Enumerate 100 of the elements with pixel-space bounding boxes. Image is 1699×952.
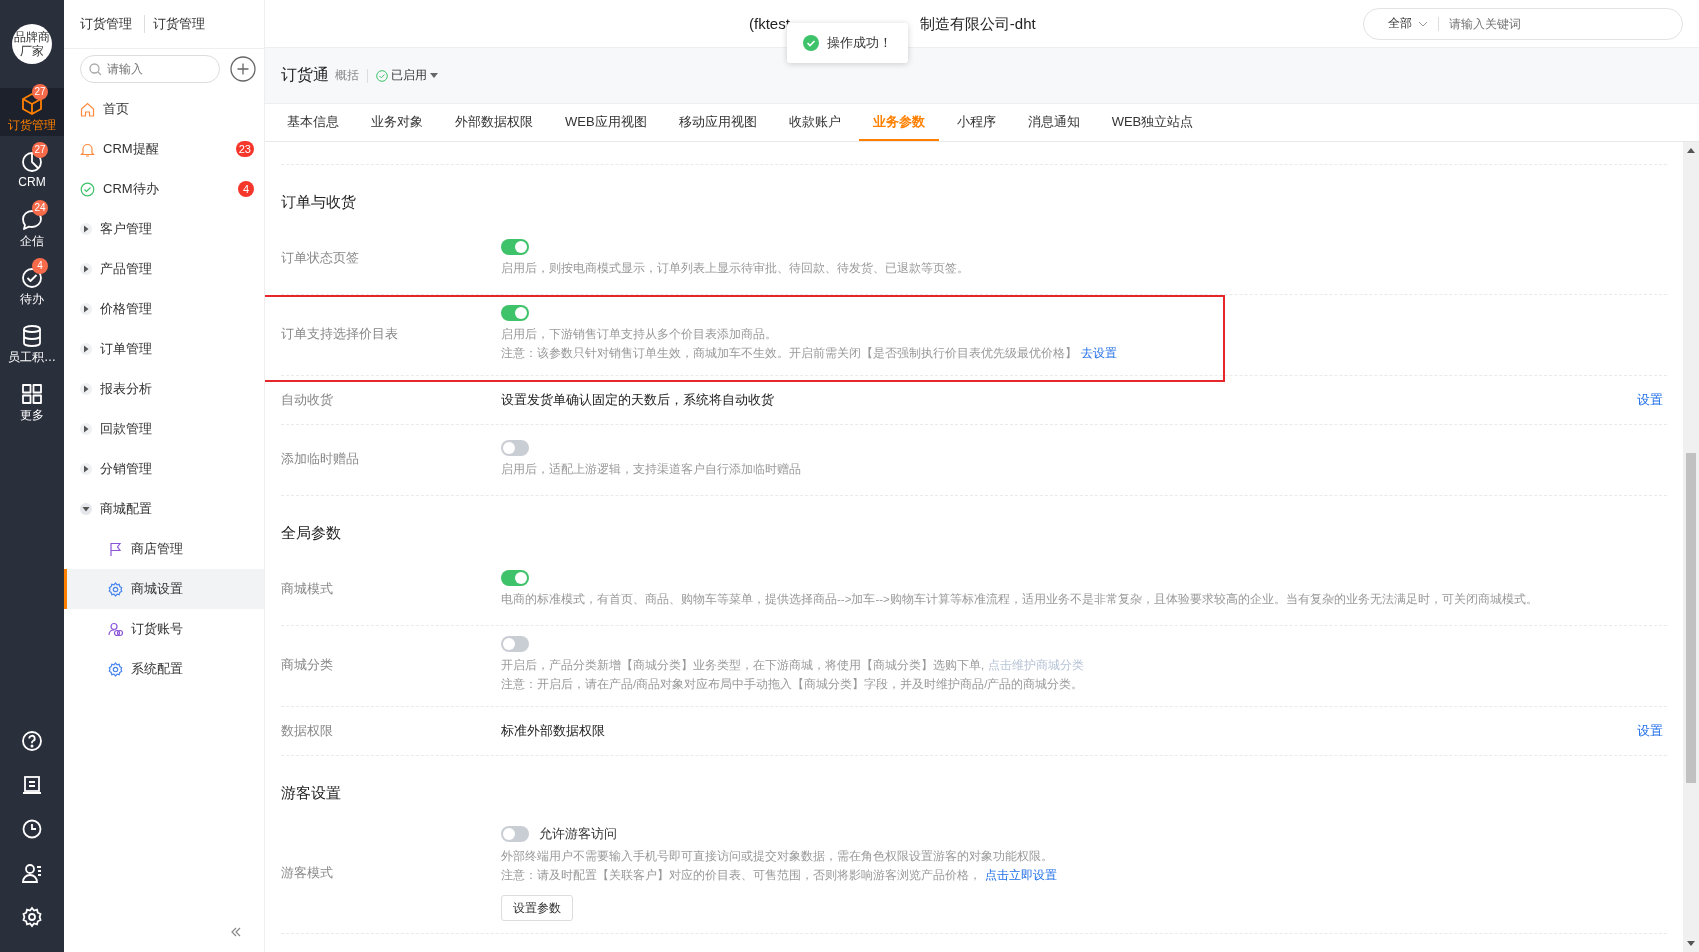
window-title: 制造有限公司-dht: [919, 15, 1036, 34]
setting-label: 数据权限: [281, 722, 334, 740]
status-dropdown[interactable]: 已启用: [376, 67, 438, 84]
users-icon: [108, 621, 123, 637]
sidebar-item[interactable]: 产品管理: [64, 249, 264, 289]
link[interactable]: 点击立即设置: [985, 869, 1057, 881]
toggle-switch[interactable]: [501, 569, 529, 586]
description-text: 外部终端用户不需要输入手机号即可直接访问或提交对象数据，需在角色权限设置游客的对象功能权限。: [501, 850, 1053, 862]
setting-label: 订单状态页签: [281, 249, 360, 267]
setting-label: 添加临时赠品: [281, 450, 360, 468]
brand-text: 厂家: [20, 44, 44, 58]
tab[interactable]: WEB应用视图: [551, 104, 661, 141]
toggle-switch[interactable]: [501, 636, 529, 652]
caret-icon: [1418, 20, 1428, 27]
contacts-icon[interactable]: [21, 862, 43, 884]
count-badge: 27: [32, 142, 48, 158]
tab[interactable]: WEB独立站点: [1097, 104, 1208, 141]
toggle-switch[interactable]: [501, 439, 529, 456]
description-text: 启用后，适配上游逻辑，支持渠道客户自行添加临时赠品: [501, 462, 801, 475]
sidebar-item[interactable]: 商城配置: [64, 489, 264, 529]
window-title: (fktest: [749, 15, 790, 34]
link[interactable]: 去设置: [1081, 347, 1117, 359]
sidebar-item[interactable]: 客户管理: [64, 209, 264, 249]
sidebar-item[interactable]: 报表分析: [64, 369, 264, 409]
app-title: 订货通: [281, 65, 329, 85]
help-icon[interactable]: [21, 730, 43, 752]
setting-value: 标准外部数据权限: [501, 722, 606, 740]
tab[interactable]: 移动应用视图: [664, 104, 771, 141]
scope-dropdown[interactable]: 全部: [1388, 15, 1428, 32]
description-text: 注意：请及时配置【关联客户】对应的价目表、可售范围，否则将影响游客浏览产品价格，: [501, 869, 981, 881]
breadcrumb-item[interactable]: 订货管理: [144, 15, 205, 33]
search-icon: [89, 63, 102, 76]
scrollbar[interactable]: [1683, 142, 1699, 952]
tab[interactable]: 小程序: [942, 104, 1010, 141]
count-badge: 23: [235, 141, 254, 157]
setting-label: 游客模式: [281, 864, 334, 882]
search-input[interactable]: 请输入关键词: [1448, 16, 1668, 31]
brand-text: 品牌商: [14, 30, 50, 44]
section-title: 全局参数: [281, 523, 342, 543]
gear-icon: [108, 581, 123, 597]
check-circle-icon: [80, 181, 95, 197]
grid-icon: [20, 382, 44, 406]
tab[interactable]: 外部数据权限: [441, 104, 547, 141]
section-title: 订单与收货: [281, 192, 357, 212]
toggle-switch[interactable]: [501, 305, 529, 321]
tab[interactable]: 消息通知: [1013, 104, 1094, 141]
breadcrumb-item[interactable]: 订货管理: [80, 15, 132, 33]
settings-icon[interactable]: [21, 906, 43, 928]
tab[interactable]: 收款账户: [774, 104, 855, 141]
description-text: 电商的标准模式，有首页、商品、购物车等菜单，提供选择商品-->加车-->购物车计算等标准流程，适用业务不是非常复杂，且体验要求较高的企业。当有复杂的业务无法满足时，可关闭商城模式。: [501, 592, 1538, 605]
sidebar-item[interactable]: 分销管理: [64, 449, 264, 489]
summary-link[interactable]: 概括: [335, 67, 359, 84]
count-badge: 27: [32, 84, 48, 100]
sidebar-item[interactable]: CRM提醒 23: [64, 129, 264, 169]
tab[interactable]: 基本信息: [273, 104, 353, 141]
check-circle-icon: [376, 69, 388, 82]
tab[interactable]: 业务对象: [357, 104, 437, 141]
search-field[interactable]: 请输入: [80, 55, 220, 83]
collapse-icon[interactable]: [230, 926, 242, 938]
rail-label: 更多: [20, 407, 44, 424]
sidebar-item[interactable]: 商店管理: [64, 529, 264, 569]
scroll-up-icon[interactable]: [1687, 148, 1695, 153]
description-text: 开启后，产品分类新增【商城分类】业务类型，在下游商城，将使用【商城分类】选购下单,: [501, 659, 985, 671]
sidebar-item[interactable]: CRM待办 4: [64, 169, 264, 209]
sidebar-item[interactable]: 商城设置: [64, 569, 264, 609]
home-icon: [80, 101, 95, 117]
description-text: 启用后，则按电商模式显示，订单列表上显示待审批、待回款、待发货、已退款等页签。: [501, 261, 969, 274]
setting-label: 自动收货: [281, 391, 334, 409]
settings-button[interactable]: 设置参数: [501, 895, 573, 921]
toggle-switch[interactable]: [501, 826, 529, 842]
check-circle-icon: [803, 35, 819, 51]
flag-icon: [108, 541, 123, 557]
sidebar-item[interactable]: 首页: [64, 89, 264, 129]
description-text: 启用后，下游销售订单支持从多个价目表添加商品。: [501, 328, 777, 340]
toggle-switch[interactable]: [501, 238, 529, 255]
count-badge: 4: [32, 258, 48, 274]
section-title: 游客设置: [281, 783, 342, 803]
gear-icon: [108, 661, 123, 677]
settings-link[interactable]: 设置: [1637, 722, 1667, 740]
sidebar-item[interactable]: 回款管理: [64, 409, 264, 449]
clock-icon[interactable]: [21, 818, 43, 840]
setting-value: 设置发货单确认固定的天数后，系统将自动收货: [501, 391, 775, 409]
setting-label: 商城分类: [281, 656, 334, 674]
document-icon[interactable]: [21, 774, 43, 796]
settings-link[interactable]: 设置: [1637, 391, 1667, 409]
sidebar-item[interactable]: 订单管理: [64, 329, 264, 369]
database-icon: [20, 324, 44, 348]
rail-item[interactable]: 员工积…: [0, 320, 64, 368]
rail-item[interactable]: 更多: [0, 378, 64, 426]
scroll-thumb[interactable]: [1686, 453, 1696, 783]
rail-label: 待办: [20, 291, 44, 308]
add-icon[interactable]: [230, 56, 256, 82]
sidebar-item[interactable]: 系统配置: [64, 649, 264, 689]
sidebar-item[interactable]: 价格管理: [64, 289, 264, 329]
rail-label: CRM: [18, 175, 46, 189]
scroll-down-icon[interactable]: [1687, 941, 1695, 946]
brand-avatar[interactable]: 品牌商 厂家: [12, 24, 52, 64]
count-badge: 24: [32, 200, 48, 216]
setting-label: 订单支持选择价目表: [281, 325, 399, 343]
sidebar-item[interactable]: 订货账号: [64, 609, 264, 649]
